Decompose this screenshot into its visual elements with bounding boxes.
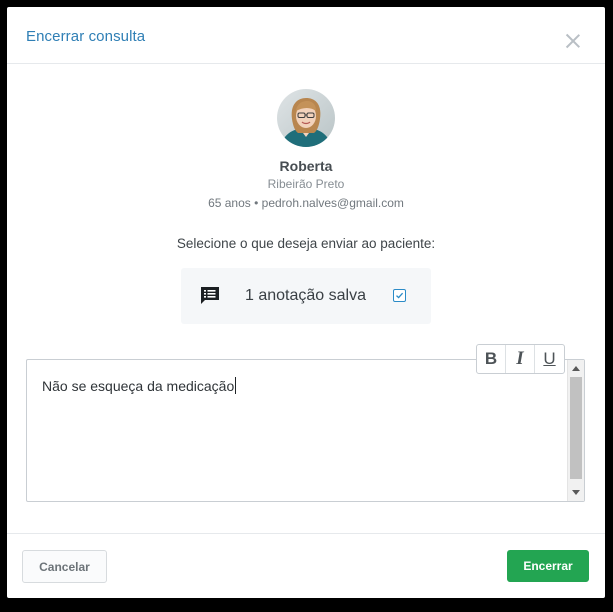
italic-button[interactable]: I [506,345,535,373]
patient-photo-icon [277,89,335,147]
format-toolbar: B I U [476,344,565,374]
message-editor[interactable]: Não se esqueça da medicação [26,359,585,502]
cancel-button[interactable]: Cancelar [22,550,107,583]
text-caret [235,377,237,394]
patient-name: Roberta [279,158,333,174]
modal-title: Encerrar consulta [26,28,146,45]
saved-note-option[interactable]: 1 anotação salva [181,268,431,324]
note-checkbox[interactable] [393,289,406,302]
end-consultation-modal: Encerrar consulta Roberta Ribeirão Preto… [7,7,605,598]
close-icon[interactable] [565,33,581,49]
note-icon [200,286,220,305]
note-label: 1 anotação salva [245,287,366,304]
send-prompt: Selecione o que deseja enviar ao pacient… [176,236,436,251]
underline-button[interactable]: U [535,345,564,373]
message-text[interactable]: Não se esqueça da medicação [42,377,237,394]
patient-avatar [277,89,335,147]
modal-footer: Cancelar Encerrar [7,533,605,598]
scroll-up-icon[interactable] [572,366,580,371]
modal-header: Encerrar consulta [7,7,605,64]
scroll-thumb[interactable] [570,377,582,479]
patient-city: Ribeirão Preto [267,177,345,191]
bold-button[interactable]: B [477,345,506,373]
editor-scrollbar[interactable] [567,360,584,501]
patient-age-email: 65 anos • pedroh.nalves@gmail.com [208,196,404,210]
check-icon [396,292,404,299]
end-consultation-button[interactable]: Encerrar [507,550,589,582]
scroll-down-icon[interactable] [572,490,580,495]
